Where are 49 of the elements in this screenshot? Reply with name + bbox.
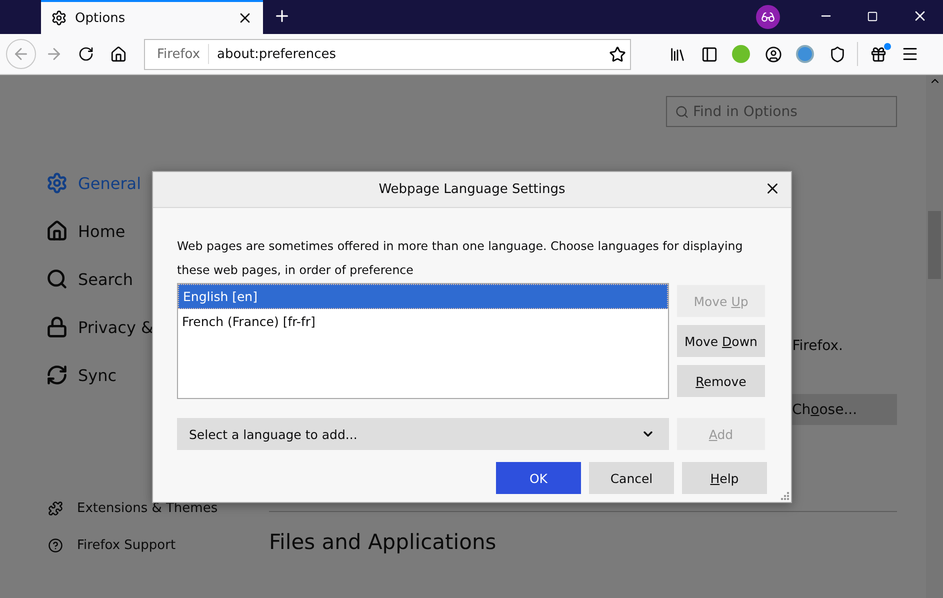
- account-icon[interactable]: [764, 46, 782, 62]
- language-item[interactable]: English [en]: [178, 284, 668, 309]
- dialog-button[interactable]: Help: [682, 462, 767, 494]
- category-item[interactable]: Home: [78, 222, 126, 240]
- language-select[interactable]: Select a language to add...: [177, 418, 669, 450]
- reload-icon[interactable]: [78, 46, 94, 62]
- section-heading: Files and Applications: [269, 530, 498, 554]
- maximize-icon[interactable]: [867, 10, 878, 22]
- url-text: about:preferences: [216, 46, 338, 62]
- language-list[interactable]: English [en] French (France) [fr-fr]: [177, 283, 669, 399]
- category-item[interactable]: Privacy &: [78, 318, 154, 336]
- puzzle-icon: [48, 501, 63, 516]
- sidebar-link[interactable]: Firefox Support: [77, 538, 176, 553]
- help-icon: [48, 538, 63, 553]
- list-button[interactable]: Move Down: [677, 325, 765, 357]
- search-icon: [675, 104, 689, 118]
- category-item[interactable]: Sync: [78, 366, 117, 384]
- search-field[interactable]: Find in Options: [666, 96, 897, 127]
- category-icon: [46, 316, 68, 338]
- identity-label[interactable]: Firefox: [153, 44, 210, 64]
- category-icon: [46, 268, 68, 290]
- sidebar-icon[interactable]: [700, 46, 718, 62]
- dialog-button[interactable]: Cancel: [589, 462, 674, 494]
- shield-icon[interactable]: [828, 46, 846, 62]
- new-tab-icon[interactable]: [273, 7, 291, 25]
- choose-button[interactable]: Choose...: [790, 394, 897, 425]
- library-icon[interactable]: [668, 46, 686, 62]
- category-icon: [46, 364, 68, 386]
- category-item[interactable]: Search: [78, 270, 133, 288]
- category-icon: [46, 172, 68, 194]
- list-button[interactable]: Remove: [677, 365, 765, 397]
- scrollbar[interactable]: [926, 75, 943, 598]
- setting-text: Firefox.: [792, 338, 843, 354]
- gear-icon: [51, 10, 67, 26]
- menu-icon[interactable]: [901, 45, 919, 63]
- dialog-title: Webpage Language Settings: [378, 182, 566, 197]
- address-field[interactable]: Firefox about:preferences: [144, 38, 631, 70]
- browser-tab[interactable]: Options: [41, 0, 263, 34]
- category-icon: [46, 220, 68, 242]
- dialog-button[interactable]: OK: [496, 462, 581, 494]
- home-icon[interactable]: [110, 46, 126, 62]
- resize-grip-icon[interactable]: [781, 492, 789, 500]
- sidebar-link[interactable]: Extensions & Themes: [77, 501, 218, 516]
- language-item[interactable]: French (France) [fr-fr]: [178, 309, 668, 334]
- description-text: Web pages are sometimes offered in more than one language. Choose languages for displaying these web pages, in order of preference: [177, 238, 744, 279]
- extension-icon[interactable]: [796, 45, 814, 63]
- mask-icon: [756, 5, 780, 29]
- star-icon[interactable]: [609, 46, 626, 62]
- tab-title: Options: [75, 10, 126, 26]
